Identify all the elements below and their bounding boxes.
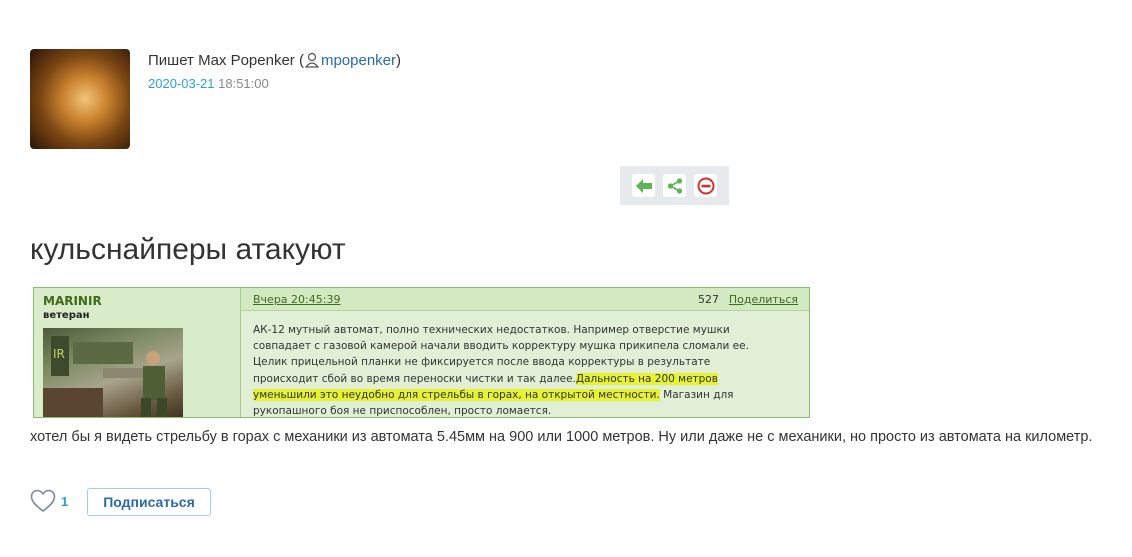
date-link[interactable]: 2020-03-21 xyxy=(148,76,215,91)
username-link[interactable]: mpopenker xyxy=(321,52,396,69)
user-icon xyxy=(304,52,320,72)
forum-timestamp: Вчера 20:45:39 xyxy=(253,293,341,306)
author-line: Пишет Max Popenker ( mpopenker) xyxy=(148,52,401,72)
forum-rank: ветеран xyxy=(43,310,90,321)
block-icon xyxy=(697,177,714,194)
author-suffix: ) xyxy=(396,52,402,69)
forum-post-text: АК-12 мутный автомат, полно технических … xyxy=(253,322,773,417)
forum-post-count: 527 xyxy=(698,293,719,306)
forum-user-panel: MARINIR ветеран IR xyxy=(34,288,241,417)
heart-icon[interactable] xyxy=(30,489,56,513)
post-date: 2020-03-21 18:51:00 xyxy=(148,76,269,91)
forum-post-header: Вчера 20:45:39 527 Поделиться xyxy=(241,288,809,311)
subscribe-button[interactable]: Подписаться xyxy=(87,488,211,516)
forum-share-link: Поделиться xyxy=(728,293,798,306)
forum-user-photo: IR xyxy=(43,328,183,417)
block-button[interactable] xyxy=(694,174,717,197)
time-text: 18:51:00 xyxy=(218,76,269,91)
embedded-forum-screenshot: MARINIR ветеран IR Вчера 20:45:39 527 По… xyxy=(33,287,810,418)
like-control[interactable]: 1 xyxy=(30,489,68,513)
post-body-text: хотел бы я видеть стрельбу в горах с мех… xyxy=(30,429,1093,445)
author-avatar[interactable] xyxy=(30,49,130,149)
author-prefix: Пишет Max Popenker ( xyxy=(148,52,304,69)
post-title: кульснайперы атакуют xyxy=(30,233,346,266)
forum-nick: MARINIR xyxy=(43,294,102,308)
post-actions xyxy=(620,166,729,205)
reply-button[interactable] xyxy=(632,174,655,197)
share-button[interactable] xyxy=(663,174,686,197)
share-icon xyxy=(667,177,682,194)
svg-text:IR: IR xyxy=(53,347,65,361)
like-count: 1 xyxy=(61,493,69,509)
reply-arrow-icon xyxy=(635,178,652,193)
